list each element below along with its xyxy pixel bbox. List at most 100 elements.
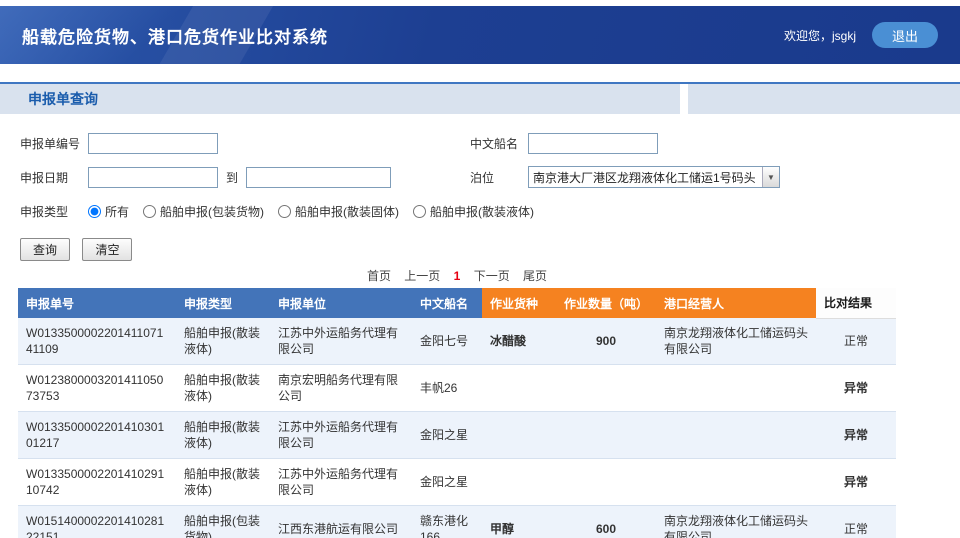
berth-select[interactable]: 南京港大厂港区龙翔液体化工储运1号码头 ▼ [528,166,780,188]
date-from-input[interactable] [88,167,218,188]
pagination: 首页 上一页 1 下一页 尾页 [18,267,896,284]
clear-button[interactable]: 清空 [82,238,132,261]
cell-result: 异常 [816,365,896,412]
cell-agent: 南京宏明船务代理有限公司 [270,365,412,412]
radio-label-packaged: 船舶申报(包装货物) [160,203,264,220]
cell-declaration-no: W015140000220141028122151 [18,506,176,538]
ship-name-label: 中文船名 [470,135,528,152]
date-label: 申报日期 [20,169,88,186]
prev-page-link[interactable]: 上一页 [404,269,440,283]
column-header-ship-name: 中文船名 [412,288,482,318]
cell-result: 正常 [816,506,896,538]
cell-quantity: 600 [556,506,656,538]
cell-type: 船舶申报(散装液体) [176,318,270,365]
cell-operator [656,365,816,412]
tab-divider [680,84,688,114]
welcome-text: 欢迎您，jsgkj [784,27,856,44]
last-page-link[interactable]: 尾页 [523,269,547,283]
cell-agent: 江苏中外运船务代理有限公司 [270,459,412,506]
cell-quantity [556,365,656,412]
cell-operator: 南京龙翔液体化工储运码头有限公司 [656,318,816,365]
cell-ship: 丰帆26 [412,365,482,412]
cell-agent: 江苏中外运船务代理有限公司 [270,318,412,365]
table-row: W013350000220141107141109 船舶申报(散装液体) 江苏中… [18,318,896,365]
app-header: 船载危险货物、港口危货作业比对系统 欢迎您，jsgkj 退出 [0,6,960,64]
column-header-cargo: 作业货种 [482,288,556,318]
declaration-no-input[interactable] [88,133,218,154]
radio-option-bulk-solid[interactable]: 船舶申报(散装固体) [278,203,399,220]
cell-ship: 金阳之星 [412,412,482,459]
form-row-2: 申报日期 到 泊位 南京港大厂港区龙翔液体化工储运1号码头 ▼ [20,164,960,190]
declaration-no-label: 申报单编号 [20,135,88,152]
cell-type: 船舶申报(包装货物) [176,506,270,538]
cell-cargo [482,365,556,412]
radio-label-bulk-solid: 船舶申报(散装固体) [295,203,399,220]
date-to-input[interactable] [246,167,391,188]
berth-label: 泊位 [470,169,528,186]
radio-option-packaged[interactable]: 船舶申报(包装货物) [143,203,264,220]
cell-result: 异常 [816,412,896,459]
cell-declaration-no: W013350000220141107141109 [18,318,176,365]
ship-name-input[interactable] [528,133,658,154]
dropdown-arrow-icon: ▼ [762,167,779,187]
page-title: 申报单查询 [0,89,98,109]
column-header-result: 比对结果 [816,288,896,318]
query-button[interactable]: 查询 [20,238,70,261]
date-to-label: 到 [226,169,238,186]
cell-quantity [556,412,656,459]
cell-agent: 江苏中外运船务代理有限公司 [270,412,412,459]
cell-cargo [482,412,556,459]
cell-operator [656,412,816,459]
radio-label-bulk-liquid: 船舶申报(散装液体) [430,203,534,220]
cell-ship: 金阳七号 [412,318,482,365]
radio-option-bulk-liquid[interactable]: 船舶申报(散装液体) [413,203,534,220]
cell-cargo [482,459,556,506]
cell-quantity [556,459,656,506]
cell-result: 异常 [816,459,896,506]
radio-option-all[interactable]: 所有 [88,203,129,220]
app-title: 船载危险货物、港口危货作业比对系统 [22,23,328,48]
query-form: 申报单编号 中文船名 申报日期 到 泊位 南京港大厂港区龙翔液体化工储运1号码头… [0,114,960,261]
type-label: 申报类型 [20,203,88,220]
cell-result: 正常 [816,318,896,365]
query-tab-bar: 申报单查询 [0,82,960,114]
form-buttons: 查询 清空 [20,238,960,261]
cell-type: 船舶申报(散装液体) [176,459,270,506]
cell-type: 船舶申报(散装液体) [176,365,270,412]
current-page: 1 [454,269,461,283]
next-page-link[interactable]: 下一页 [474,269,510,283]
header-right-area: 欢迎您，jsgkj 退出 [784,22,938,48]
header-spacer [0,64,960,82]
form-row-3: 申报类型 所有 船舶申报(包装货物) 船舶申报(散装固体) 船舶申报(散装液体) [20,198,960,224]
radio-bulk-solid[interactable] [278,205,291,218]
cell-operator [656,459,816,506]
table-row: W013350000220141029110742 船舶申报(散装液体) 江苏中… [18,459,896,506]
cell-quantity: 900 [556,318,656,365]
column-header-quantity: 作业数量（吨） [556,288,656,318]
berth-select-value: 南京港大厂港区龙翔液体化工储运1号码头 [529,169,762,186]
table-row: W012380000320141105073753 船舶申报(散装液体) 南京宏… [18,365,896,412]
first-page-link[interactable]: 首页 [367,269,391,283]
tab-left-segment: 申报单查询 [0,84,680,114]
radio-label-all: 所有 [105,203,129,220]
logout-button[interactable]: 退出 [872,22,938,48]
radio-packaged[interactable] [143,205,156,218]
cell-cargo: 甲醇 [482,506,556,538]
form-row-1-right: 中文船名 [470,130,658,156]
cell-operator: 南京龙翔液体化工储运码头有限公司 [656,506,816,538]
form-row-2-right: 泊位 南京港大厂港区龙翔液体化工储运1号码头 ▼ [470,164,780,190]
results-table: 申报单号 申报类型 申报单位 中文船名 作业货种 作业数量（吨） 港口经营人 比… [18,288,896,538]
radio-all[interactable] [88,205,101,218]
radio-bulk-liquid[interactable] [413,205,426,218]
column-header-type: 申报类型 [176,288,270,318]
column-header-agent: 申报单位 [270,288,412,318]
cell-type: 船舶申报(散装液体) [176,412,270,459]
column-header-declaration-no: 申报单号 [18,288,176,318]
column-header-operator: 港口经营人 [656,288,816,318]
cell-declaration-no: W013350000220141030101217 [18,412,176,459]
cell-declaration-no: W012380000320141105073753 [18,365,176,412]
cell-cargo: 冰醋酸 [482,318,556,365]
cell-ship: 金阳之星 [412,459,482,506]
table-row: W015140000220141028122151 船舶申报(包装货物) 江西东… [18,506,896,538]
table-header-row: 申报单号 申报类型 申报单位 中文船名 作业货种 作业数量（吨） 港口经营人 比… [18,288,896,318]
